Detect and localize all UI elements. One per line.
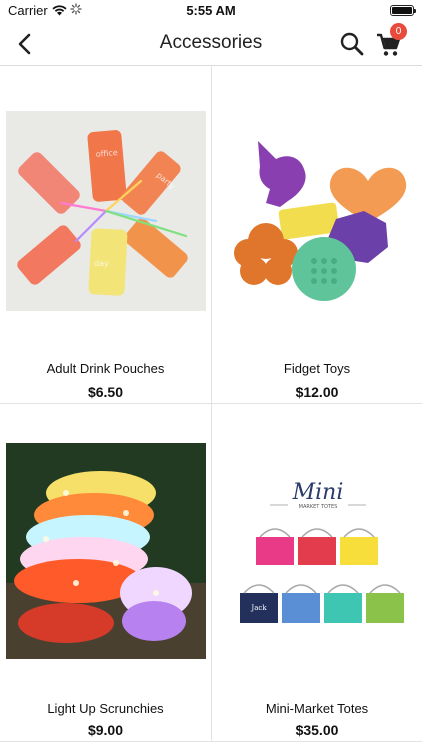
product-name: Mini-Market Totes	[265, 701, 369, 716]
battery-icon	[390, 5, 416, 16]
status-bar: Carrier 5:55 AM	[0, 0, 422, 22]
product-card-scrunchies[interactable]: Light Up Scrunchies $9.00	[0, 404, 211, 742]
product-image-scrunchies[interactable]	[6, 443, 206, 659]
search-icon[interactable]	[338, 30, 366, 58]
product-price: $6.50	[87, 384, 124, 400]
svg-text:day: day	[94, 259, 109, 268]
product-card-mini-market-totes[interactable]: Mini MARKET TOTES Jack Mini-Market Totes…	[211, 404, 422, 742]
status-time: 5:55 AM	[186, 3, 236, 18]
product-image-fidget-toys[interactable]	[218, 111, 418, 311]
totes-subtitle-text: MARKET TOTES	[299, 504, 338, 510]
nav-bar: Accessories	[0, 22, 422, 66]
tote-name-text: Jack	[250, 604, 267, 612]
product-price: $35.00	[295, 722, 339, 738]
cart-count-badge: 0	[390, 23, 407, 40]
product-card-drink-pouches[interactable]: office party day Adult Drink Pouches $6.…	[0, 66, 211, 404]
product-name: Fidget Toys	[283, 361, 351, 376]
product-name: Light Up Scrunchies	[47, 701, 164, 716]
product-image-drink-pouches[interactable]: office party day	[6, 111, 206, 311]
product-card-fidget-toys[interactable]: Fidget Toys $12.00	[211, 66, 422, 404]
product-price: $12.00	[295, 384, 339, 400]
totes-brand-text: Mini	[292, 480, 344, 505]
product-name: Adult Drink Pouches	[46, 361, 165, 376]
product-image-mini-market-totes[interactable]: Mini MARKET TOTES Jack	[218, 443, 418, 659]
product-grid: office party day Adult Drink Pouches $6.…	[0, 66, 422, 750]
svg-text:office: office	[95, 148, 118, 159]
product-price: $9.00	[87, 722, 124, 738]
